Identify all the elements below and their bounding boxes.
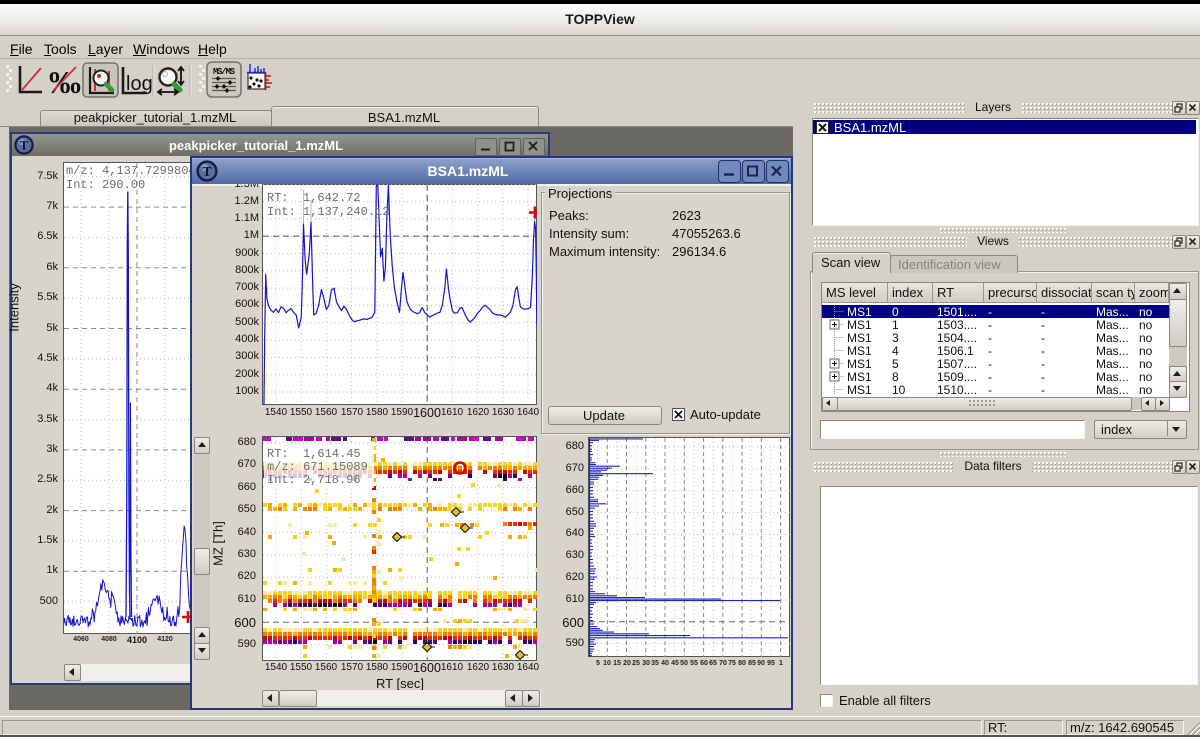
- svg-text:MS/MS: MS/MS: [213, 67, 236, 77]
- svg-text:log: log: [126, 73, 153, 95]
- svg-text:RT: 1,614.45: RT: 1,614.45: [267, 447, 361, 461]
- svg-text:Int: 1,137,240.12: Int: 1,137,240.12: [267, 205, 389, 219]
- svg-text:RT: 1,642.72: RT: 1,642.72: [267, 191, 361, 205]
- svg-text:‰: ‰: [49, 64, 81, 100]
- svg-text:m/z: 671.15089: m/z: 671.15089: [267, 460, 368, 474]
- svg-text:Int: 2,718.96: Int: 2,718.96: [267, 473, 361, 487]
